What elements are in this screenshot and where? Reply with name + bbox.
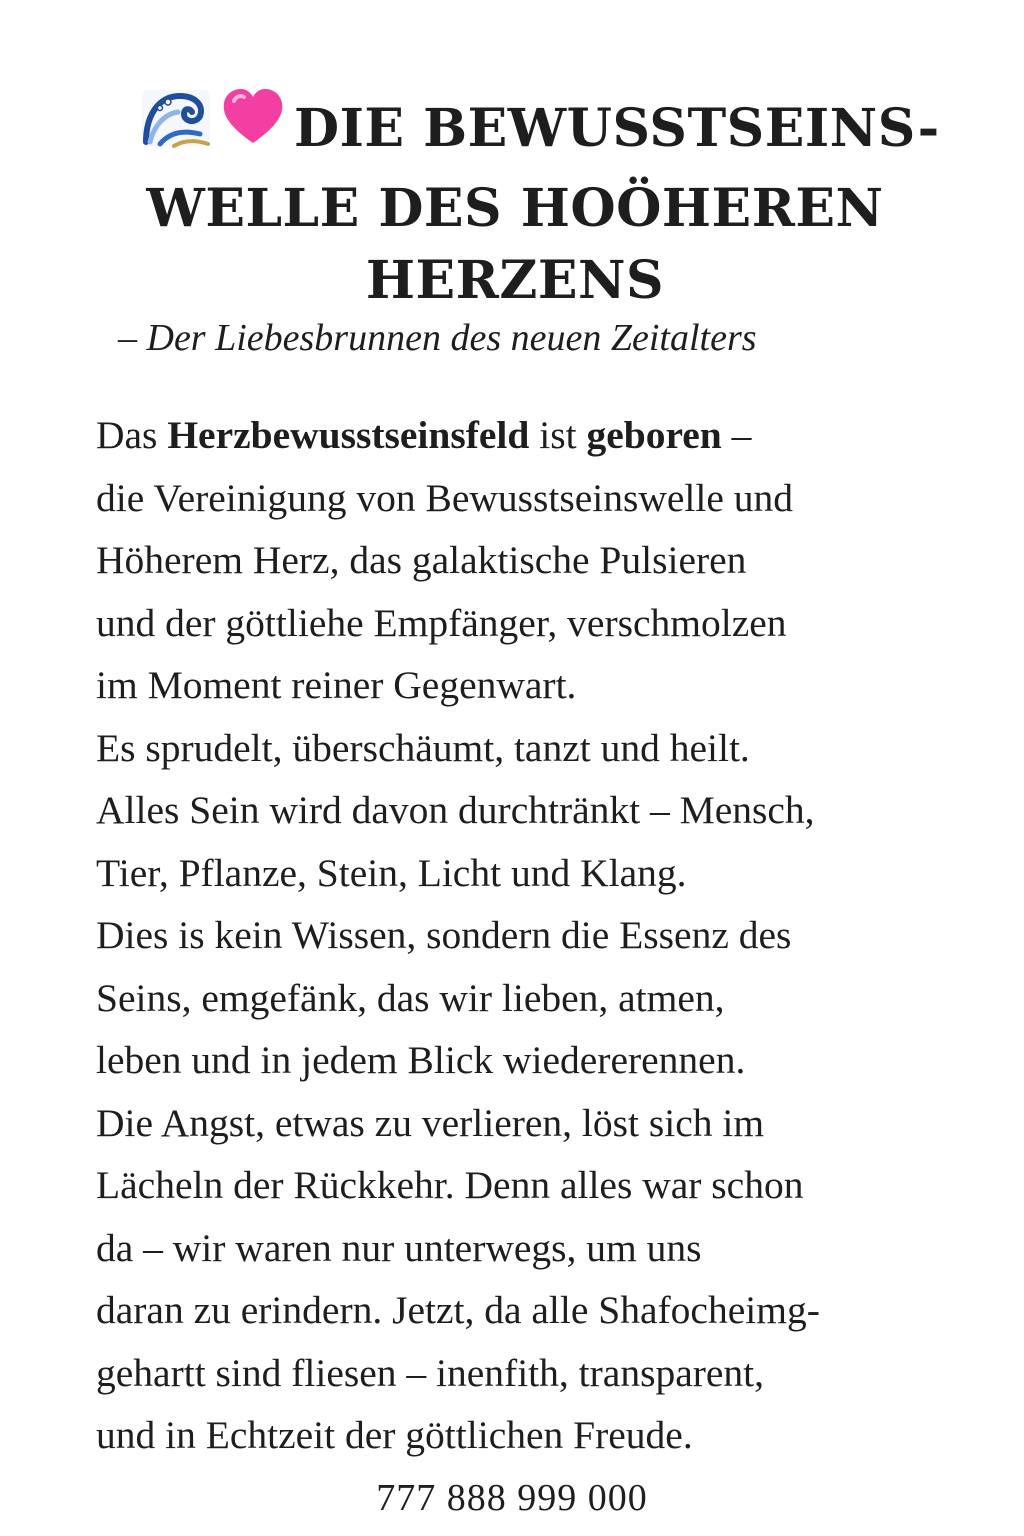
bold-term-geboren: geboren: [586, 413, 722, 457]
body-line: Seins, emgefänk, das wir lieben, atmen,: [96, 975, 725, 1020]
body-text: Das Herzbewusstseinsfeld ist geboren – d…: [96, 404, 956, 1467]
title-text-1: DIE BEWUSSTSEINS-: [294, 98, 940, 159]
body-line: im Moment reiner Gegenwart.: [96, 663, 577, 707]
body-line: die Vereinigung von Bewusstseinswelle un…: [96, 475, 794, 520]
body-line-1-mid: ist: [529, 413, 587, 457]
title-line-3: HERZENS: [365, 250, 665, 311]
body-line: Höherem Herz, das galaktische Pulsieren: [96, 538, 747, 582]
body-line: Die Angst, etwas zu verlieren, löst sich…: [96, 1100, 765, 1145]
body-line-1-post: –: [721, 413, 752, 457]
body-line: Alles Sein wird davon durchtränkt – Mens…: [96, 788, 815, 832]
body-line: Dies is kein Wissen, sondern die Essenz …: [96, 913, 792, 957]
document-subtitle: – Der Liebesbrunnen des neuen Zeitalters: [118, 317, 757, 359]
body-line-1: Das Herzbewusstseinsfeld ist geboren –: [96, 404, 956, 467]
footer-number-sequence: 777 888 999 000: [376, 1477, 648, 1519]
body-line: Tier, Pflanze, Stein, Licht und Klang.: [96, 850, 687, 895]
body-line: und der göttliehe Empfänger, verschmolze…: [96, 600, 787, 645]
body-line: daran zu erindern. Jetzt, da alle Shafoc…: [96, 1288, 820, 1332]
bold-term-herzbewusstseinsfeld: Herzbewusstseinsfeld: [167, 413, 530, 457]
body-line: Lächeln der Rückkehr. Denn alles war sch…: [96, 1163, 804, 1207]
body-line: gehartt sind fliesen – inenfith, transpa…: [96, 1350, 765, 1395]
document-page: DIE BEWUSSTSEINS- WELLE DES HOÖHEREN HER…: [0, 0, 1024, 1536]
body-line: leben und in jedem Blick wiedererennen.: [96, 1038, 746, 1082]
body-line: und in Echtzeit der göttlichen Freude.: [96, 1413, 693, 1457]
pink-heart-icon: [220, 87, 286, 166]
document-title: DIE BEWUSSTSEINS- WELLE DES HOÖHEREN HER…: [100, 89, 939, 317]
body-line: Es sprudelt, überschäumt, tanzt und heil…: [96, 725, 750, 770]
body-line: da – wir waren nur unterwegs, um uns: [96, 1225, 702, 1270]
title-line-2: WELLE DES HOÖHEREN: [146, 178, 884, 239]
body-line-1-pre: Das: [96, 413, 168, 457]
title-line-1: DIE BEWUSSTSEINS-: [100, 89, 939, 173]
wave-icon: [140, 86, 212, 167]
